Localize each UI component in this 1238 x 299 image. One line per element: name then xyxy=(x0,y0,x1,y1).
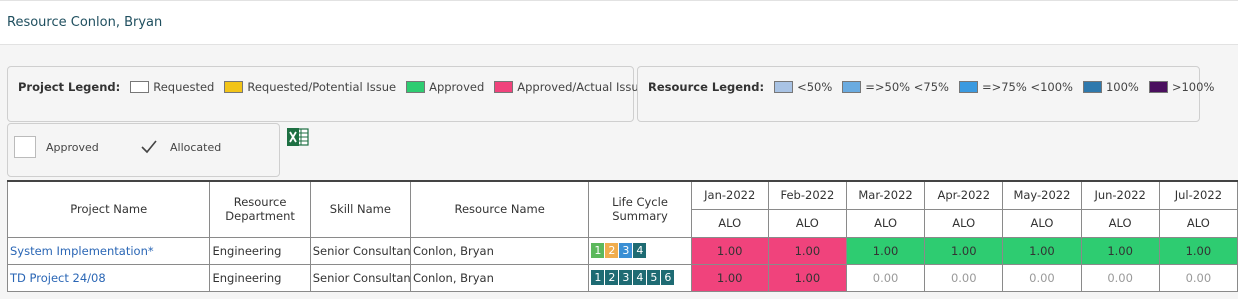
legend-label-approved-actual-issue: Approved/Actual Issue xyxy=(517,80,646,94)
header-month[interactable]: Feb-2022 xyxy=(767,180,847,210)
header-resource-department[interactable]: Resource Department xyxy=(209,180,311,238)
header-alo: ALO xyxy=(845,208,926,238)
resource-name-cell: Conlon, Bryan xyxy=(409,236,590,265)
allocation-cell[interactable]: 0.00 xyxy=(1002,263,1082,292)
allocation-cell[interactable]: 1.00 xyxy=(1002,236,1082,265)
life-cycle-phase-badge: 4 xyxy=(633,270,647,285)
legend-label-75-100: =>75% <100% xyxy=(981,80,1073,94)
legend-label-requested-potential-issue: Requested/Potential Issue xyxy=(247,80,397,94)
resource-legend: Resource Legend: <50% =>50% <75% =>75% <… xyxy=(637,66,1214,122)
resource-department-cell: Engineering xyxy=(209,236,311,265)
project-legend-title: Project Legend: xyxy=(18,80,121,94)
resource-department-cell: Engineering xyxy=(209,263,311,292)
allocation-cell[interactable]: 0.00 xyxy=(1080,263,1160,292)
life-cycle-cell: 123456 xyxy=(588,263,692,292)
legend-swatch-50-75 xyxy=(842,81,862,93)
legend-label-50-75: =>50% <75% xyxy=(865,80,949,94)
allocation-cell[interactable]: 0.00 xyxy=(1158,263,1238,292)
legend-swatch-approved xyxy=(406,81,426,93)
legend-swatch-approved-actual-issue xyxy=(494,81,514,93)
skill-name-cell: Senior Consultant xyxy=(309,236,411,265)
legend-swatch-under-50 xyxy=(774,81,794,93)
legend-label-under-50: <50% xyxy=(797,80,833,94)
allocation-cell[interactable]: 1.00 xyxy=(767,236,847,265)
header-alo: ALO xyxy=(690,208,769,238)
header-alo: ALO xyxy=(1080,208,1160,238)
legend-label-over-100: >100% xyxy=(1171,80,1215,94)
header-month[interactable]: May-2022 xyxy=(1002,180,1082,210)
excel-export-icon[interactable] xyxy=(287,126,309,148)
life-cycle-phase-badge: 2 xyxy=(605,270,619,285)
life-cycle-phase-badge: 1 xyxy=(591,243,605,258)
page-title: Resource Conlon, Bryan xyxy=(7,15,163,30)
project-name-link[interactable]: System Implementation* xyxy=(6,236,211,265)
header-resource-name[interactable]: Resource Name xyxy=(409,180,590,238)
header-month[interactable]: Mar-2022 xyxy=(845,180,926,210)
resource-legend-title: Resource Legend: xyxy=(648,80,765,94)
allocation-cell[interactable]: 1.00 xyxy=(690,236,769,265)
allocated-filter-label: Allocated xyxy=(170,140,222,154)
table-row: System Implementation* Engineering Senio… xyxy=(6,236,1238,265)
header-alo: ALO xyxy=(1158,208,1238,238)
life-cycle-phase-badge: 5 xyxy=(647,270,661,285)
header-skill-name[interactable]: Skill Name xyxy=(309,180,411,238)
legend-label-requested: Requested xyxy=(153,80,215,94)
life-cycle-phase-badge: 3 xyxy=(619,270,633,285)
header-life-cycle-summary[interactable]: Life Cycle Summary xyxy=(588,180,692,238)
header-month[interactable]: Jan-2022 xyxy=(690,180,769,210)
life-cycle-badges: 123456 xyxy=(591,270,675,285)
resource-name-cell: Conlon, Bryan xyxy=(409,263,590,292)
filter-panel: Approved Allocated xyxy=(7,123,280,177)
page-header: Resource Conlon, Bryan xyxy=(0,0,1238,45)
resource-grid: Project Name Resource Department Skill N… xyxy=(6,180,1238,292)
legend-label-approved: Approved xyxy=(429,80,485,94)
allocated-filter[interactable]: Allocated xyxy=(138,136,221,158)
header-alo: ALO xyxy=(767,208,847,238)
header-month[interactable]: Jul-2022 xyxy=(1158,180,1238,210)
header-alo: ALO xyxy=(924,208,1004,238)
checkmark-icon xyxy=(141,140,157,154)
allocation-cell[interactable]: 0.00 xyxy=(924,263,1004,292)
header-project-name[interactable]: Project Name xyxy=(6,180,211,238)
legend-swatch-over-100 xyxy=(1148,81,1168,93)
legend-label-100: 100% xyxy=(1105,80,1139,94)
allocation-cell[interactable]: 1.00 xyxy=(767,263,847,292)
header-alo: ALO xyxy=(1002,208,1082,238)
legend-swatch-75-100 xyxy=(958,81,978,93)
life-cycle-phase-badge: 1 xyxy=(591,270,605,285)
allocation-cell[interactable]: 1.00 xyxy=(1080,236,1160,265)
approved-checkbox[interactable] xyxy=(14,136,36,158)
skill-name-cell: Senior Consultant xyxy=(309,263,411,292)
header-month[interactable]: Apr-2022 xyxy=(924,180,1004,210)
allocation-cell[interactable]: 1.00 xyxy=(690,263,769,292)
life-cycle-phase-badge: 4 xyxy=(633,243,647,258)
project-legend: Project Legend: Requested Requested/Pote… xyxy=(7,66,646,122)
approved-filter[interactable]: Approved xyxy=(14,136,99,158)
life-cycle-phase-badge: 3 xyxy=(619,243,633,258)
allocation-cell[interactable]: 1.00 xyxy=(924,236,1004,265)
legend-swatch-requested-potential-issue xyxy=(224,81,244,93)
life-cycle-badges: 1234 xyxy=(591,243,647,258)
header-month[interactable]: Jun-2022 xyxy=(1080,180,1160,210)
project-name-link[interactable]: TD Project 24/08 xyxy=(6,263,211,292)
life-cycle-cell: 1234 xyxy=(588,236,692,265)
life-cycle-phase-badge: 6 xyxy=(661,270,675,285)
table-row: TD Project 24/08 Engineering Senior Cons… xyxy=(6,263,1238,292)
allocation-cell[interactable]: 1.00 xyxy=(1158,236,1238,265)
approved-filter-label: Approved xyxy=(46,140,99,154)
legend-swatch-100 xyxy=(1082,81,1102,93)
allocated-checkbox[interactable] xyxy=(138,136,160,158)
allocation-cell[interactable]: 1.00 xyxy=(845,236,926,265)
life-cycle-phase-badge: 2 xyxy=(605,243,619,258)
allocation-cell[interactable]: 0.00 xyxy=(845,263,926,292)
legend-swatch-requested xyxy=(130,81,150,93)
